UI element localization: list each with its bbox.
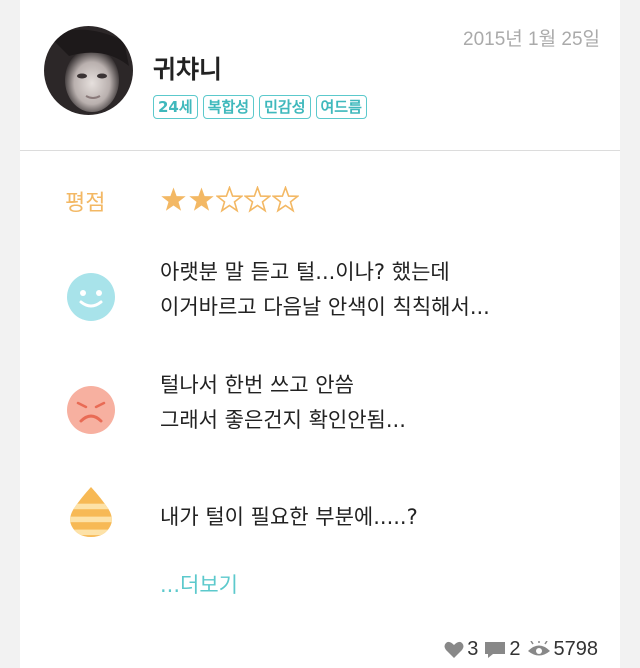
rating-stars bbox=[160, 186, 299, 213]
drop-icon bbox=[70, 487, 112, 537]
comment-count: 2 bbox=[509, 638, 521, 660]
heart-icon[interactable] bbox=[444, 641, 464, 659]
review-stats: 3 2 5798 bbox=[444, 638, 598, 661]
review-card: 귀챠니 2015년 1월 25일 24세 복합성 민감성 여드름 평점 아랫분 … bbox=[20, 0, 620, 668]
skin-tags: 24세 복합성 민감성 여드름 bbox=[153, 95, 367, 119]
star-filled-icon bbox=[161, 187, 186, 211]
good-point-text: 아랫분 말 듣고 털...이나? 했는데 이거바르고 다음날 안색이 칙칙해서.… bbox=[160, 260, 490, 319]
view-count: 5798 bbox=[553, 638, 599, 660]
tip-text: 내가 털이 필요한 부분에.....? bbox=[160, 505, 418, 529]
username[interactable]: 귀챠니 bbox=[153, 50, 222, 86]
rating-label: 평점 bbox=[65, 191, 106, 216]
bad-point-text: 털나서 한번 쓰고 안씀 그래서 좋은건지 확인안됨... bbox=[160, 373, 406, 432]
eye-icon bbox=[527, 640, 550, 655]
tag-sensitive: 민감성 bbox=[259, 95, 311, 119]
tag-acne: 여드름 bbox=[315, 95, 367, 119]
tag-skin-type: 복합성 bbox=[202, 95, 255, 119]
header-divider bbox=[20, 150, 620, 151]
star-empty-icon bbox=[244, 186, 271, 213]
more-link[interactable]: ...더보기 bbox=[160, 569, 238, 599]
smile-face-icon bbox=[67, 273, 115, 321]
star-filled-icon bbox=[189, 187, 214, 211]
comment-icon[interactable] bbox=[484, 641, 506, 659]
review-header: 귀챠니 2015년 1월 25일 24세 복합성 민감성 여드름 bbox=[20, 0, 620, 150]
frown-face-icon bbox=[67, 386, 115, 434]
star-empty-icon bbox=[216, 186, 243, 213]
avatar[interactable] bbox=[44, 26, 133, 115]
review-date: 2015년 1월 25일 bbox=[463, 29, 600, 50]
like-count: 3 bbox=[467, 638, 479, 660]
tag-age: 24세 bbox=[153, 95, 198, 119]
star-empty-icon bbox=[272, 186, 299, 213]
